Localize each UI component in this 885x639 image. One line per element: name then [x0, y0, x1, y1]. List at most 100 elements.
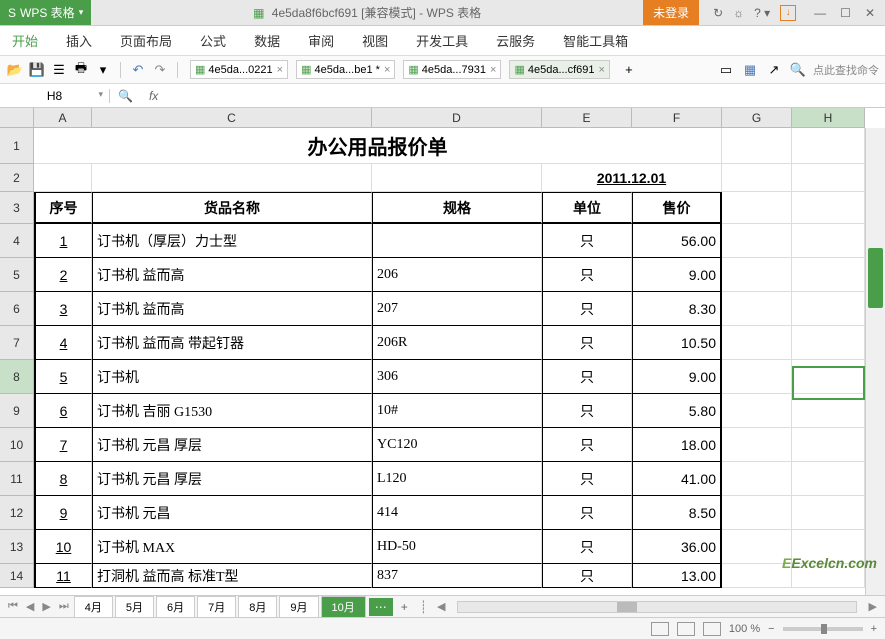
h-scroll-thumb[interactable] [617, 602, 637, 612]
cell[interactable] [792, 326, 865, 360]
cell-spec[interactable]: 10# [372, 394, 542, 428]
cell-unit[interactable]: 只 [542, 462, 632, 496]
sheet-tab-5[interactable]: 5月 [115, 596, 154, 618]
menu-insert[interactable]: 插入 [64, 27, 94, 54]
close-icon[interactable]: × [490, 64, 496, 76]
cell[interactable] [722, 128, 792, 164]
maximize-button[interactable]: ☐ [840, 6, 851, 20]
col-H[interactable]: H [792, 108, 865, 128]
cell-name[interactable]: 订书机 MAX [92, 530, 372, 564]
cell-name[interactable]: 订书机 元昌 厚层 [92, 462, 372, 496]
cell-name[interactable]: 订书机 益而高 [92, 292, 372, 326]
external-icon[interactable]: ↗ [765, 61, 783, 79]
cell-unit[interactable]: 只 [542, 292, 632, 326]
sheet-tab-4[interactable]: 4月 [74, 596, 113, 618]
sheet-tab-10[interactable]: 10月 [321, 596, 366, 618]
cell-reference[interactable]: H8 [0, 89, 110, 103]
search-input[interactable]: 点此查找命令 [813, 62, 879, 78]
menu-dev[interactable]: 开发工具 [414, 27, 470, 54]
cell[interactable] [722, 326, 792, 360]
doc-tab-3[interactable]: ▦4e5da...7931× [403, 60, 501, 79]
sync-icon[interactable]: ☼ [733, 6, 744, 20]
cell-idx[interactable]: 3 [34, 292, 92, 326]
cell[interactable] [792, 564, 865, 588]
cell[interactable] [722, 192, 792, 224]
cell-spec[interactable]: 837 [372, 564, 542, 588]
cell-name[interactable]: 打洞机 益而高 标准T型 [92, 564, 372, 588]
view-layout-icon[interactable] [677, 622, 695, 636]
col-D[interactable]: D [372, 108, 542, 128]
cell-unit[interactable]: 只 [542, 530, 632, 564]
row-14[interactable]: 14 [0, 564, 34, 588]
cell-unit[interactable]: 只 [542, 224, 632, 258]
doc-tab-4[interactable]: ▦4e5da...cf691× [509, 60, 610, 79]
close-icon[interactable]: × [277, 64, 283, 76]
cell[interactable] [722, 530, 792, 564]
cell-price[interactable]: 41.00 [632, 462, 722, 496]
cell-spec[interactable]: L120 [372, 462, 542, 496]
cell[interactable] [792, 394, 865, 428]
cell[interactable] [34, 164, 92, 192]
cell-price[interactable]: 9.00 [632, 258, 722, 292]
cell-price[interactable]: 18.00 [632, 428, 722, 462]
cell-unit[interactable]: 只 [542, 360, 632, 394]
cell-spec[interactable] [372, 224, 542, 258]
col-E[interactable]: E [542, 108, 632, 128]
cell-idx[interactable]: 5 [34, 360, 92, 394]
view-normal-icon[interactable] [651, 622, 669, 636]
redo-icon[interactable]: ↷ [151, 61, 169, 79]
cell-price[interactable]: 5.80 [632, 394, 722, 428]
cell-name[interactable]: 订书机 益而高 [92, 258, 372, 292]
cell-idx[interactable]: 4 [34, 326, 92, 360]
cell[interactable] [722, 496, 792, 530]
cell-unit[interactable]: 只 [542, 496, 632, 530]
row-4[interactable]: 4 [0, 224, 34, 258]
add-sheet-icon[interactable]: + [395, 600, 414, 614]
cell-price[interactable]: 10.50 [632, 326, 722, 360]
cell-price[interactable]: 8.30 [632, 292, 722, 326]
close-icon[interactable]: × [384, 64, 390, 76]
view-break-icon[interactable] [703, 622, 721, 636]
row-1[interactable]: 1 [0, 128, 34, 164]
cell-price[interactable]: 56.00 [632, 224, 722, 258]
menu-icon[interactable]: ☰ [50, 61, 68, 79]
cell-idx[interactable]: 8 [34, 462, 92, 496]
nav-next-icon[interactable]: ▶ [38, 600, 54, 613]
zoom-slider[interactable] [783, 627, 863, 631]
cell-spec[interactable]: HD-50 [372, 530, 542, 564]
cell[interactable] [722, 394, 792, 428]
cell-idx[interactable]: 9 [34, 496, 92, 530]
cell[interactable] [722, 360, 792, 394]
menu-cloud[interactable]: 云服务 [494, 27, 537, 54]
col-F[interactable]: F [632, 108, 722, 128]
close-button[interactable]: ✕ [865, 6, 875, 20]
search-icon[interactable]: 🔍 [789, 61, 807, 79]
zoom-value[interactable]: 100 % [729, 623, 760, 635]
nav-first-icon[interactable]: ⏮ [4, 600, 22, 613]
cell-spec[interactable]: 414 [372, 496, 542, 530]
cell-spec[interactable]: 207 [372, 292, 542, 326]
help-icon[interactable]: ? ▾ [754, 6, 770, 20]
row-8[interactable]: 8 [0, 360, 34, 394]
menu-start[interactable]: 开始 [10, 27, 40, 54]
fx-label[interactable]: fx [143, 89, 164, 103]
open-icon[interactable]: 📂 [6, 61, 24, 79]
cell-idx[interactable]: 1 [34, 224, 92, 258]
cell-unit[interactable]: 只 [542, 394, 632, 428]
cell-price[interactable]: 36.00 [632, 530, 722, 564]
cell-idx[interactable]: 10 [34, 530, 92, 564]
cell-price[interactable]: 9.00 [632, 360, 722, 394]
menu-formula[interactable]: 公式 [198, 27, 228, 54]
sheet-tab-6[interactable]: 6月 [156, 596, 195, 618]
col-G[interactable]: G [722, 108, 792, 128]
cell[interactable] [722, 164, 792, 192]
cell-idx[interactable]: 7 [34, 428, 92, 462]
cell-name[interactable]: 订书机 元昌 [92, 496, 372, 530]
cell[interactable] [792, 292, 865, 326]
undo-icon[interactable]: ↶ [129, 61, 147, 79]
cell-unit[interactable]: 只 [542, 326, 632, 360]
cell[interactable] [792, 164, 865, 192]
cell-spec[interactable]: 206R [372, 326, 542, 360]
cell-idx[interactable]: 11 [34, 564, 92, 588]
doc-tab-1[interactable]: ▦4e5da...0221× [190, 60, 288, 79]
